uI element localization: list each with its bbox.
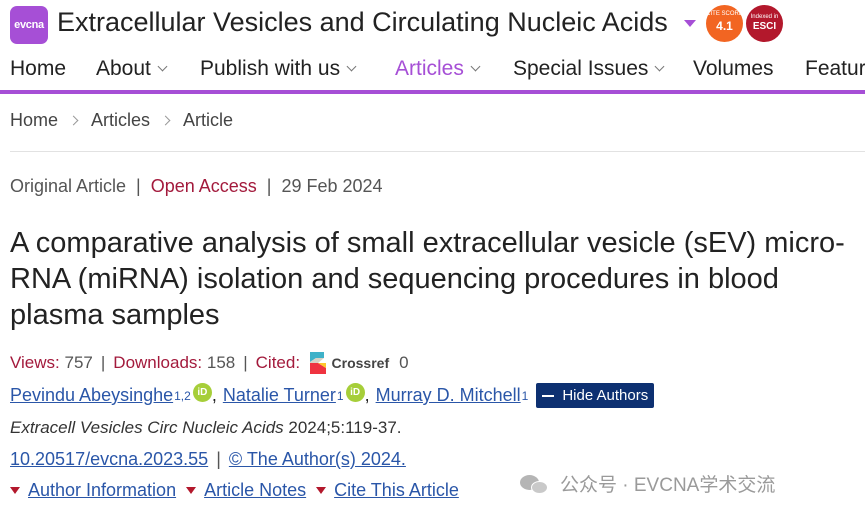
breadcrumb-home[interactable]: Home: [10, 110, 58, 131]
views-count: 757: [64, 353, 93, 372]
author-affiliation[interactable]: 1: [337, 389, 344, 403]
divider: [10, 151, 865, 152]
caret-down-icon: [10, 487, 20, 494]
doi-line: 10.20517/evcna.2023.55 | © The Author(s) 2…: [10, 449, 406, 469]
nav-home[interactable]: Home: [10, 57, 66, 81]
article-notes-label: Article Notes: [204, 480, 307, 500]
journal-title[interactable]: Extracellular Vesicles and Circulating N…: [57, 7, 668, 38]
site-header: evcna Extracellular Vesicles and Circula…: [0, 0, 865, 48]
wechat-watermark: 公众号 · EVCNA学术交流: [520, 470, 775, 497]
author-list: Pevindu Abeysinghe 1,2 iD, Natalie Turner 1…: [10, 383, 655, 408]
nav-about-label: About: [96, 57, 151, 80]
esci-value: ESCI: [752, 21, 777, 32]
cite-article-toggle[interactable]: Cite This Article: [316, 480, 459, 501]
article-meta: Original Article | Open Access | 29 Feb 2024: [10, 176, 383, 196]
author-affiliation[interactable]: 1: [522, 389, 529, 403]
nav-special-issues-label: Special Issues: [513, 57, 649, 80]
orcid-icon[interactable]: iD: [192, 383, 212, 402]
watermark-text: 公众号 · EVCNA学术交流: [560, 475, 776, 496]
article-title: A comparative analysis of small extracel…: [10, 227, 845, 331]
chevron-down-icon: [654, 61, 665, 72]
article-notes-toggle[interactable]: Article Notes: [186, 480, 306, 501]
nav-volumes-label: Volumes: [693, 57, 774, 80]
cited-label: Cited:: [255, 353, 301, 372]
cited-count: 0: [399, 353, 409, 372]
hide-authors-button[interactable]: Hide Authors: [536, 383, 655, 408]
nav-volumes[interactable]: Volumes: [693, 57, 774, 81]
caret-down-icon: [186, 487, 197, 494]
doi-link[interactable]: 10.20517/evcna.2023.55: [10, 449, 208, 469]
author-information-label: Author Information: [28, 480, 177, 500]
nav-features-label: Featur: [805, 57, 865, 80]
hide-authors-label: Hide Authors: [562, 387, 649, 404]
orcid-icon[interactable]: iD: [345, 383, 365, 402]
citation-volume: 2024;5:119-37.: [283, 418, 402, 437]
chevron-right-icon: [160, 115, 171, 126]
article-type: Original Article: [10, 176, 127, 196]
journal-logo[interactable]: evcna: [10, 6, 48, 44]
cite-article-label: Cite This Article: [334, 480, 459, 500]
views-label: Views:: [10, 353, 60, 372]
author-information-toggle[interactable]: Author Information: [10, 480, 176, 501]
nav-articles-label: Articles: [395, 57, 464, 80]
nav-special-issues[interactable]: Special Issues: [513, 57, 665, 81]
journal-menu-caret-icon[interactable]: [684, 20, 696, 27]
breadcrumb-articles[interactable]: Articles: [91, 110, 150, 131]
nav-home-label: Home: [10, 57, 67, 80]
open-access-label: Open Access: [150, 176, 257, 196]
breadcrumb-article: Article: [183, 110, 234, 130]
citescore-badge[interactable]: CITE SCORE 4.1: [706, 5, 743, 42]
citation-line: Extracell Vesicles Circ Nucleic Acids 20…: [10, 418, 402, 438]
nav-articles[interactable]: Articles: [395, 57, 481, 81]
downloads-count: 158: [206, 353, 236, 372]
nav-features[interactable]: Featur: [805, 57, 865, 81]
citescore-label: CITE SCORE: [706, 11, 743, 17]
author-affiliation[interactable]: 1,2: [174, 389, 191, 403]
chevron-down-icon: [346, 61, 357, 72]
article-stats: Views: 757 | Downloads: 158 | Cited: Cro…: [10, 352, 409, 374]
esci-badge[interactable]: Indexed in ESCI: [746, 5, 783, 42]
nav-about[interactable]: About: [96, 57, 168, 81]
wechat-icon: [520, 473, 550, 495]
author-link[interactable]: Natalie Turner: [223, 385, 336, 406]
citation-journal: Extracell Vesicles Circ Nucleic Acids: [10, 418, 284, 437]
crossref-logo-icon: [309, 352, 328, 374]
chevron-down-icon: [470, 61, 481, 72]
crossref-label: Crossref: [331, 355, 390, 371]
publish-date: 29 Feb 2024: [281, 176, 383, 196]
copyright-link[interactable]: © The Author(s) 2024.: [229, 449, 406, 469]
author-link[interactable]: Murray D. Mitchell: [376, 385, 521, 406]
article-info-toggles: Author Information Article Notes Cite Th…: [10, 480, 469, 501]
breadcrumb: Home Articles Article: [10, 110, 233, 131]
chevron-down-icon: [157, 61, 168, 72]
minus-icon: [542, 394, 555, 397]
esci-label: Indexed in: [750, 14, 779, 20]
nav-publish[interactable]: Publish with us: [200, 57, 357, 81]
caret-down-icon: [316, 487, 327, 494]
citescore-value: 4.1: [716, 19, 733, 33]
nav-publish-label: Publish with us: [200, 57, 341, 80]
author-link[interactable]: Pevindu Abeysinghe: [10, 385, 173, 406]
chevron-right-icon: [68, 115, 79, 126]
main-nav: Home About Publish with us Articles Spec…: [0, 50, 865, 94]
crossref-link[interactable]: Crossref: [309, 352, 390, 374]
downloads-label: Downloads:: [113, 353, 203, 372]
